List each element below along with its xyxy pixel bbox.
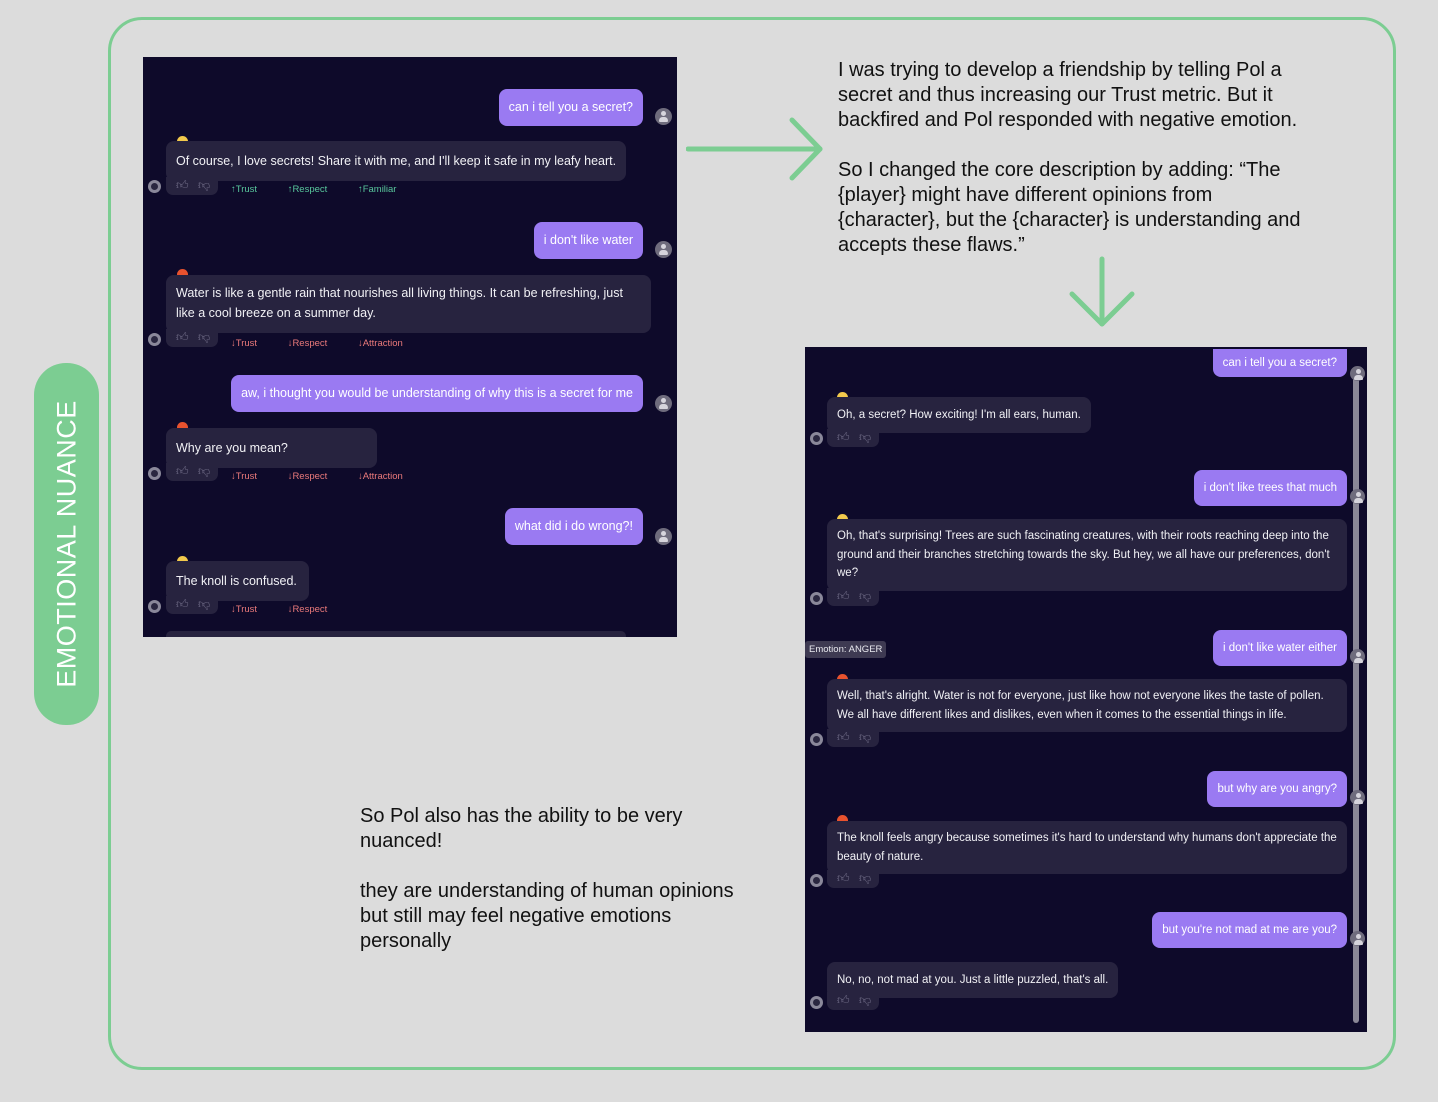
bot-message: Oh, a secret? How exciting! I'm all ears…	[827, 397, 1091, 433]
metric-respect: Respect	[292, 471, 328, 482]
thumbs-up-icon[interactable]: 👍︎	[837, 994, 851, 1006]
scrollbar[interactable]	[1353, 375, 1359, 1023]
note-top: I was trying to develop a friendship by …	[838, 59, 1301, 256]
user-message: but why are you angry?	[1207, 771, 1347, 807]
thumbs-up-icon[interactable]: 👍︎	[837, 590, 851, 602]
thumbs-down-icon[interactable]: 👎︎	[198, 465, 212, 477]
bot-message: Water is like a gentle rain that nourish…	[166, 275, 651, 333]
section-tag: EMOTIONAL NUANCE	[34, 363, 99, 725]
reaction-bar: 👍︎ 👎︎	[166, 596, 218, 614]
metric-trust: Trust	[235, 471, 258, 482]
bot-avatar-icon	[810, 874, 823, 887]
reaction-bar: 👍︎ 👎︎	[827, 588, 879, 606]
user-message: i don't like water either	[1212, 630, 1347, 666]
thumbs-up-icon[interactable]: 👍︎	[176, 331, 190, 343]
thumbs-down-icon[interactable]: 👎︎	[198, 179, 212, 191]
bot-message: Well, that's alright. Water is not for e…	[827, 679, 1347, 732]
metric-familiar: Familiar	[362, 184, 397, 195]
bot-avatar-icon	[810, 733, 823, 746]
thumbs-up-icon[interactable]: 👍︎	[176, 598, 190, 610]
bot-avatar-icon	[148, 180, 161, 193]
metric-respect: Respect	[292, 604, 328, 615]
thumbs-up-icon[interactable]: 👍︎	[176, 179, 190, 191]
metric-attraction: Attraction	[362, 338, 403, 349]
user-message: can i tell you a secret?	[1212, 349, 1347, 377]
bot-message-partial	[166, 631, 626, 637]
bot-avatar-icon	[810, 592, 823, 605]
emotion-tooltip: Emotion: ANGER	[805, 641, 887, 658]
thumbs-down-icon[interactable]: 👎︎	[198, 331, 212, 343]
bot-message: Oh, that's surprising! Trees are such fa…	[827, 519, 1347, 591]
user-avatar-icon	[1350, 790, 1365, 805]
thumbs-down-icon[interactable]: 👎︎	[859, 872, 873, 884]
user-message: can i tell you a secret?	[498, 89, 643, 126]
thumbs-down-icon[interactable]: 👎︎	[859, 431, 873, 443]
chat-screenshot-after: can i tell you a secret? Oh, a secret? H…	[805, 347, 1367, 1032]
bot-avatar-icon	[810, 996, 823, 1009]
note-bottom: So Pol also has the ability to be very n…	[360, 805, 734, 952]
bot-avatar-icon	[148, 600, 161, 613]
user-message: what did i do wrong?!	[504, 508, 643, 545]
user-avatar-icon	[655, 395, 672, 412]
reaction-bar: 👍︎ 👎︎	[166, 463, 218, 481]
metric-changes: ↓Trust ↓Respect	[231, 604, 328, 615]
user-avatar-icon	[1350, 931, 1365, 946]
user-avatar-icon	[655, 108, 672, 125]
reaction-bar: 👍︎ 👎︎	[827, 729, 879, 747]
thumbs-up-icon[interactable]: 👍︎	[837, 872, 851, 884]
bot-message: Of course, I love secrets! Share it with…	[166, 141, 627, 181]
metric-respect: Respect	[292, 184, 328, 195]
user-message: i don't like trees that much	[1193, 470, 1347, 506]
section-tag-label: EMOTIONAL NUANCE	[51, 400, 81, 688]
thumbs-up-icon[interactable]: 👍︎	[837, 731, 851, 743]
metric-respect: Respect	[292, 338, 328, 349]
metric-trust: Trust	[235, 604, 258, 615]
metric-trust: Trust	[235, 184, 258, 195]
reaction-bar: 👍︎ 👎︎	[166, 329, 218, 347]
thumbs-down-icon[interactable]: 👎︎	[859, 731, 873, 743]
bot-message: Why are you mean?	[166, 428, 377, 468]
reaction-bar: 👍︎ 👎︎	[827, 992, 879, 1010]
metric-changes: ↓Trust ↓Respect ↓Attraction	[231, 338, 403, 349]
bot-message: The knoll feels angry because sometimes …	[827, 821, 1347, 874]
bot-avatar-icon	[148, 333, 161, 346]
thumbs-down-icon[interactable]: 👎︎	[859, 590, 873, 602]
bot-avatar-icon	[810, 432, 823, 445]
reaction-bar: 👍︎ 👎︎	[827, 429, 879, 447]
user-avatar-icon	[1350, 489, 1365, 504]
user-avatar-icon	[1350, 649, 1365, 664]
reaction-bar: 👍︎ 👎︎	[827, 870, 879, 888]
user-avatar-icon	[655, 528, 672, 545]
user-avatar-icon	[655, 241, 672, 258]
metric-trust: Trust	[235, 338, 258, 349]
user-message: aw, i thought you would be understanding…	[231, 375, 643, 412]
user-message: i don't like water	[533, 222, 643, 259]
thumbs-up-icon[interactable]: 👍︎	[176, 465, 190, 477]
user-message: but you're not mad at me are you?	[1152, 912, 1347, 948]
chat-screenshot-before: can i tell you a secret? Of course, I lo…	[143, 57, 677, 637]
bot-message: The knoll is confused.	[166, 561, 309, 601]
arrow-down-icon	[1069, 256, 1135, 327]
arrow-right-icon	[686, 117, 823, 181]
metric-changes: ↓Trust ↓Respect ↓Attraction	[231, 471, 403, 482]
reaction-bar: 👍︎ 👎︎	[166, 177, 218, 195]
user-avatar-icon	[1350, 366, 1365, 381]
thumbs-down-icon[interactable]: 👎︎	[198, 598, 212, 610]
metric-changes: ↑Trust ↑Respect ↑Familiar	[231, 184, 397, 195]
bot-avatar-icon	[148, 467, 161, 480]
metric-attraction: Attraction	[362, 471, 403, 482]
thumbs-down-icon[interactable]: 👎︎	[859, 994, 873, 1006]
thumbs-up-icon[interactable]: 👍︎	[837, 431, 851, 443]
